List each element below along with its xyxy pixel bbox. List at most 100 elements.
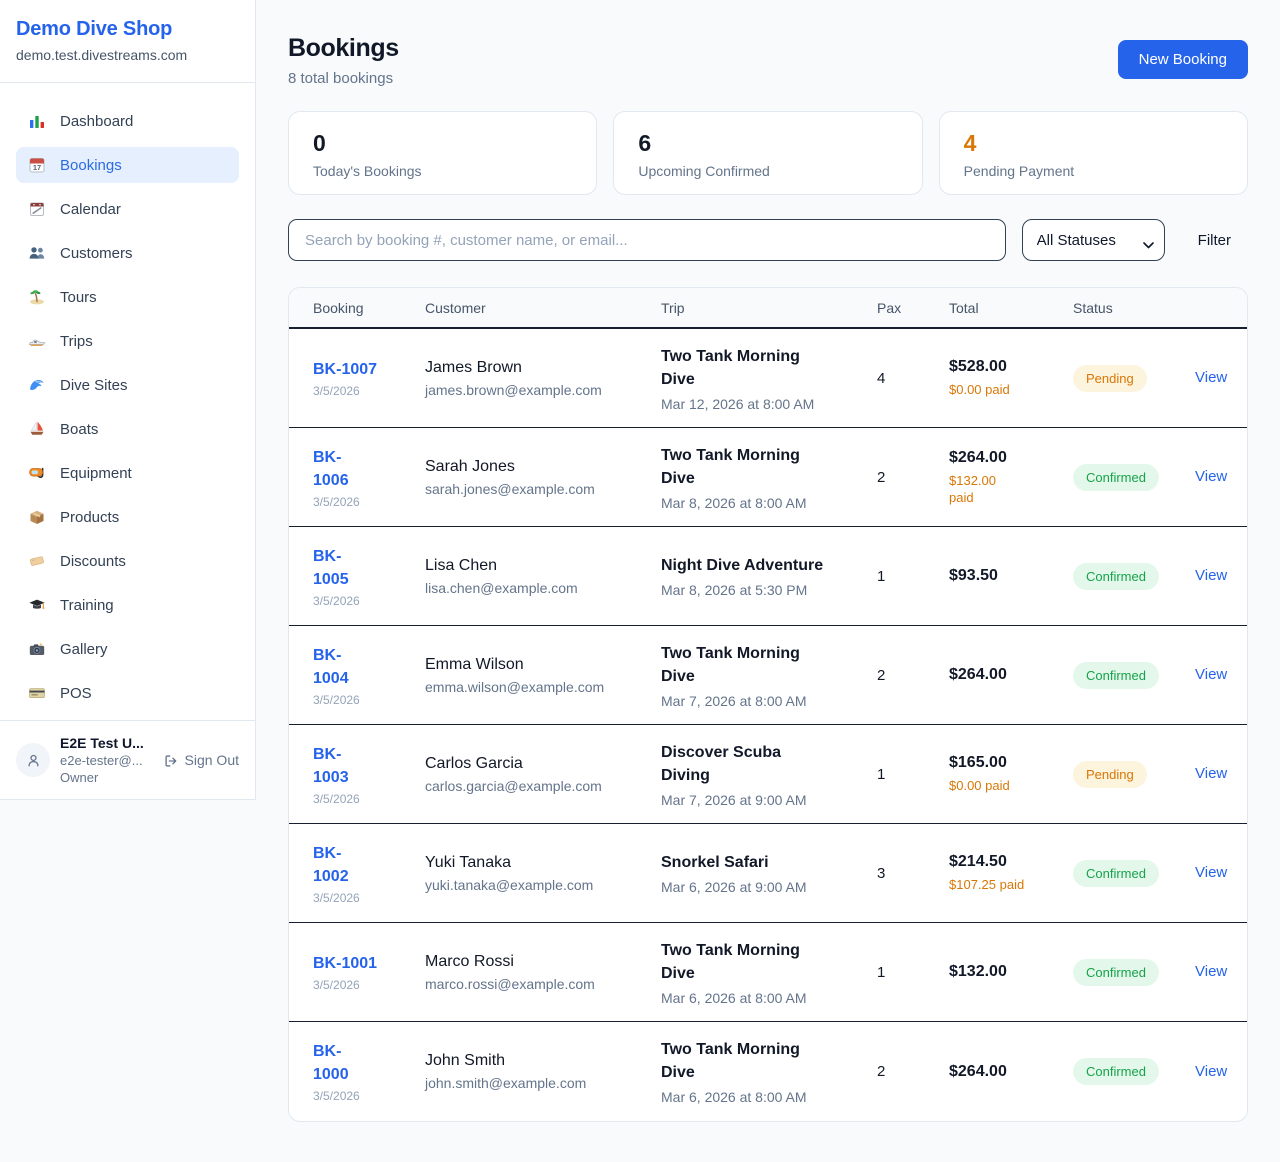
speedboat-icon — [28, 332, 46, 350]
sign-out-label: Sign Out — [185, 752, 239, 768]
status-badge: Confirmed — [1073, 1058, 1159, 1085]
amount-paid: $107.25 paid — [949, 876, 1073, 893]
trip-datetime: Mar 7, 2026 at 9:00 AM — [661, 792, 841, 808]
booking-id-link[interactable]: BK-1001 — [313, 952, 377, 975]
booking-id-link[interactable]: BK- 1002 — [313, 842, 349, 888]
search-input[interactable] — [288, 219, 1006, 261]
column-header-total: Total — [949, 300, 1073, 316]
sidebar-item-calendar[interactable]: Calendar — [16, 191, 239, 227]
stats-row: 0 Today's Bookings 6 Upcoming Confirmed … — [288, 111, 1248, 195]
booking-date: 3/5/2026 — [313, 1089, 425, 1103]
status-select-wrap: All Statuses — [1022, 219, 1165, 261]
bar-chart-icon — [28, 112, 46, 130]
trip-name: Two Tank Morning Dive — [661, 1038, 841, 1084]
table-row: BK- 1004 3/5/2026 Emma Wilson emma.wilso… — [289, 626, 1247, 725]
sidebar-item-training[interactable]: Training — [16, 587, 239, 623]
booking-date: 3/5/2026 — [313, 978, 425, 992]
sidebar-item-label: Trips — [60, 333, 93, 350]
customer-email: sarah.jones@example.com — [425, 481, 661, 497]
sidebar-item-label: Dashboard — [60, 113, 133, 130]
customer-email: yuki.tanaka@example.com — [425, 877, 661, 893]
sidebar-item-equipment[interactable]: Equipment — [16, 455, 239, 491]
total-amount: $264.00 — [949, 666, 1073, 684]
customer-name: Emma Wilson — [425, 656, 661, 674]
amount-paid: $0.00 paid — [949, 777, 1073, 794]
sidebar-item-boats[interactable]: Boats — [16, 411, 239, 447]
page-title: Bookings — [288, 34, 399, 63]
sidebar-item-label: Tours — [60, 289, 97, 306]
booking-id-link[interactable]: BK- 1000 — [313, 1040, 349, 1086]
stat-value: 0 — [313, 131, 572, 156]
table-row: BK-1007 3/5/2026 James Brown james.brown… — [289, 329, 1247, 428]
amount-paid: $132.00 paid — [949, 472, 1073, 506]
status-badge: Pending — [1073, 761, 1147, 788]
column-header-trip: Trip — [661, 300, 877, 316]
sidebar-item-bookings[interactable]: 17 Bookings — [16, 147, 239, 183]
view-booking-link[interactable]: View — [1195, 468, 1227, 485]
sidebar-item-dashboard[interactable]: Dashboard — [16, 103, 239, 139]
trip-datetime: Mar 6, 2026 at 9:00 AM — [661, 879, 841, 895]
booking-id-link[interactable]: BK- 1003 — [313, 743, 349, 789]
status-badge: Confirmed — [1073, 662, 1159, 689]
column-header-customer: Customer — [425, 300, 661, 316]
sidebar-item-label: Boats — [60, 421, 98, 438]
sidebar-item-customers[interactable]: Customers — [16, 235, 239, 271]
amount-paid: $0.00 paid — [949, 381, 1073, 398]
trip-name: Discover Scuba Diving — [661, 741, 841, 787]
sidebar-item-products[interactable]: Products — [16, 499, 239, 535]
sidebar-item-gallery[interactable]: Gallery — [16, 631, 239, 667]
view-booking-link[interactable]: View — [1195, 864, 1227, 881]
trip-name: Night Dive Adventure — [661, 554, 841, 577]
filter-button[interactable]: Filter — [1198, 232, 1231, 249]
stat-label: Today's Bookings — [313, 163, 572, 179]
stat-card-todays-bookings: 0 Today's Bookings — [288, 111, 597, 195]
dive-mask-icon — [28, 464, 46, 482]
booking-id-link[interactable]: BK- 1004 — [313, 644, 349, 690]
booking-id-link[interactable]: BK-1007 — [313, 358, 377, 381]
pax-count: 4 — [877, 370, 949, 387]
sidebar-item-dive-sites[interactable]: Dive Sites — [16, 367, 239, 403]
table-row: BK- 1006 3/5/2026 Sarah Jones sarah.jone… — [289, 428, 1247, 527]
stat-value: 6 — [638, 131, 897, 156]
new-booking-button[interactable]: New Booking — [1118, 40, 1248, 79]
main-content: Bookings 8 total bookings New Booking 0 … — [256, 0, 1280, 1122]
sidebar-item-discounts[interactable]: Discounts — [16, 543, 239, 579]
view-booking-link[interactable]: View — [1195, 765, 1227, 782]
customer-name: Yuki Tanaka — [425, 854, 661, 872]
booking-id-link[interactable]: BK- 1006 — [313, 446, 349, 492]
customer-name: Marco Rossi — [425, 953, 661, 971]
sidebar-item-tours[interactable]: Tours — [16, 279, 239, 315]
status-badge: Pending — [1073, 365, 1147, 392]
table-row: BK- 1005 3/5/2026 Lisa Chen lisa.chen@ex… — [289, 527, 1247, 626]
pax-count: 1 — [877, 766, 949, 783]
view-booking-link[interactable]: View — [1195, 666, 1227, 683]
pax-count: 2 — [877, 1063, 949, 1080]
view-booking-link[interactable]: View — [1195, 1063, 1227, 1080]
total-amount: $214.50 — [949, 853, 1073, 871]
booking-date: 3/5/2026 — [313, 792, 425, 806]
user-info: E2E Test U... e2e-tester@... Owner — [60, 735, 144, 785]
status-filter-select[interactable]: All Statuses — [1022, 219, 1165, 261]
shop-domain: demo.test.divestreams.com — [16, 47, 239, 63]
booking-date: 3/5/2026 — [313, 495, 425, 509]
user-section: E2E Test U... e2e-tester@... Owner Sign … — [0, 720, 255, 799]
stat-label: Upcoming Confirmed — [638, 163, 897, 179]
view-booking-link[interactable]: View — [1195, 369, 1227, 386]
sidebar-item-trips[interactable]: Trips — [16, 323, 239, 359]
trip-name: Two Tank Morning Dive — [661, 444, 841, 490]
brand: Demo Dive Shop demo.test.divestreams.com — [0, 0, 255, 83]
pax-count: 2 — [877, 667, 949, 684]
user-name: E2E Test U... — [60, 735, 144, 751]
trip-name: Snorkel Safari — [661, 851, 841, 874]
view-booking-link[interactable]: View — [1195, 963, 1227, 980]
sidebar-item-pos[interactable]: POS — [16, 675, 239, 711]
trip-name: Two Tank Morning Dive — [661, 939, 841, 985]
booking-date: 3/5/2026 — [313, 693, 425, 707]
view-booking-link[interactable]: View — [1195, 567, 1227, 584]
bookings-table: Booking Customer Trip Pax Total Status B… — [288, 287, 1248, 1122]
status-badge: Confirmed — [1073, 563, 1159, 590]
stat-card-upcoming-confirmed: 6 Upcoming Confirmed — [613, 111, 922, 195]
sign-out-button[interactable]: Sign Out — [163, 752, 239, 768]
booking-id-link[interactable]: BK- 1005 — [313, 545, 349, 591]
trip-datetime: Mar 8, 2026 at 5:30 PM — [661, 582, 841, 598]
